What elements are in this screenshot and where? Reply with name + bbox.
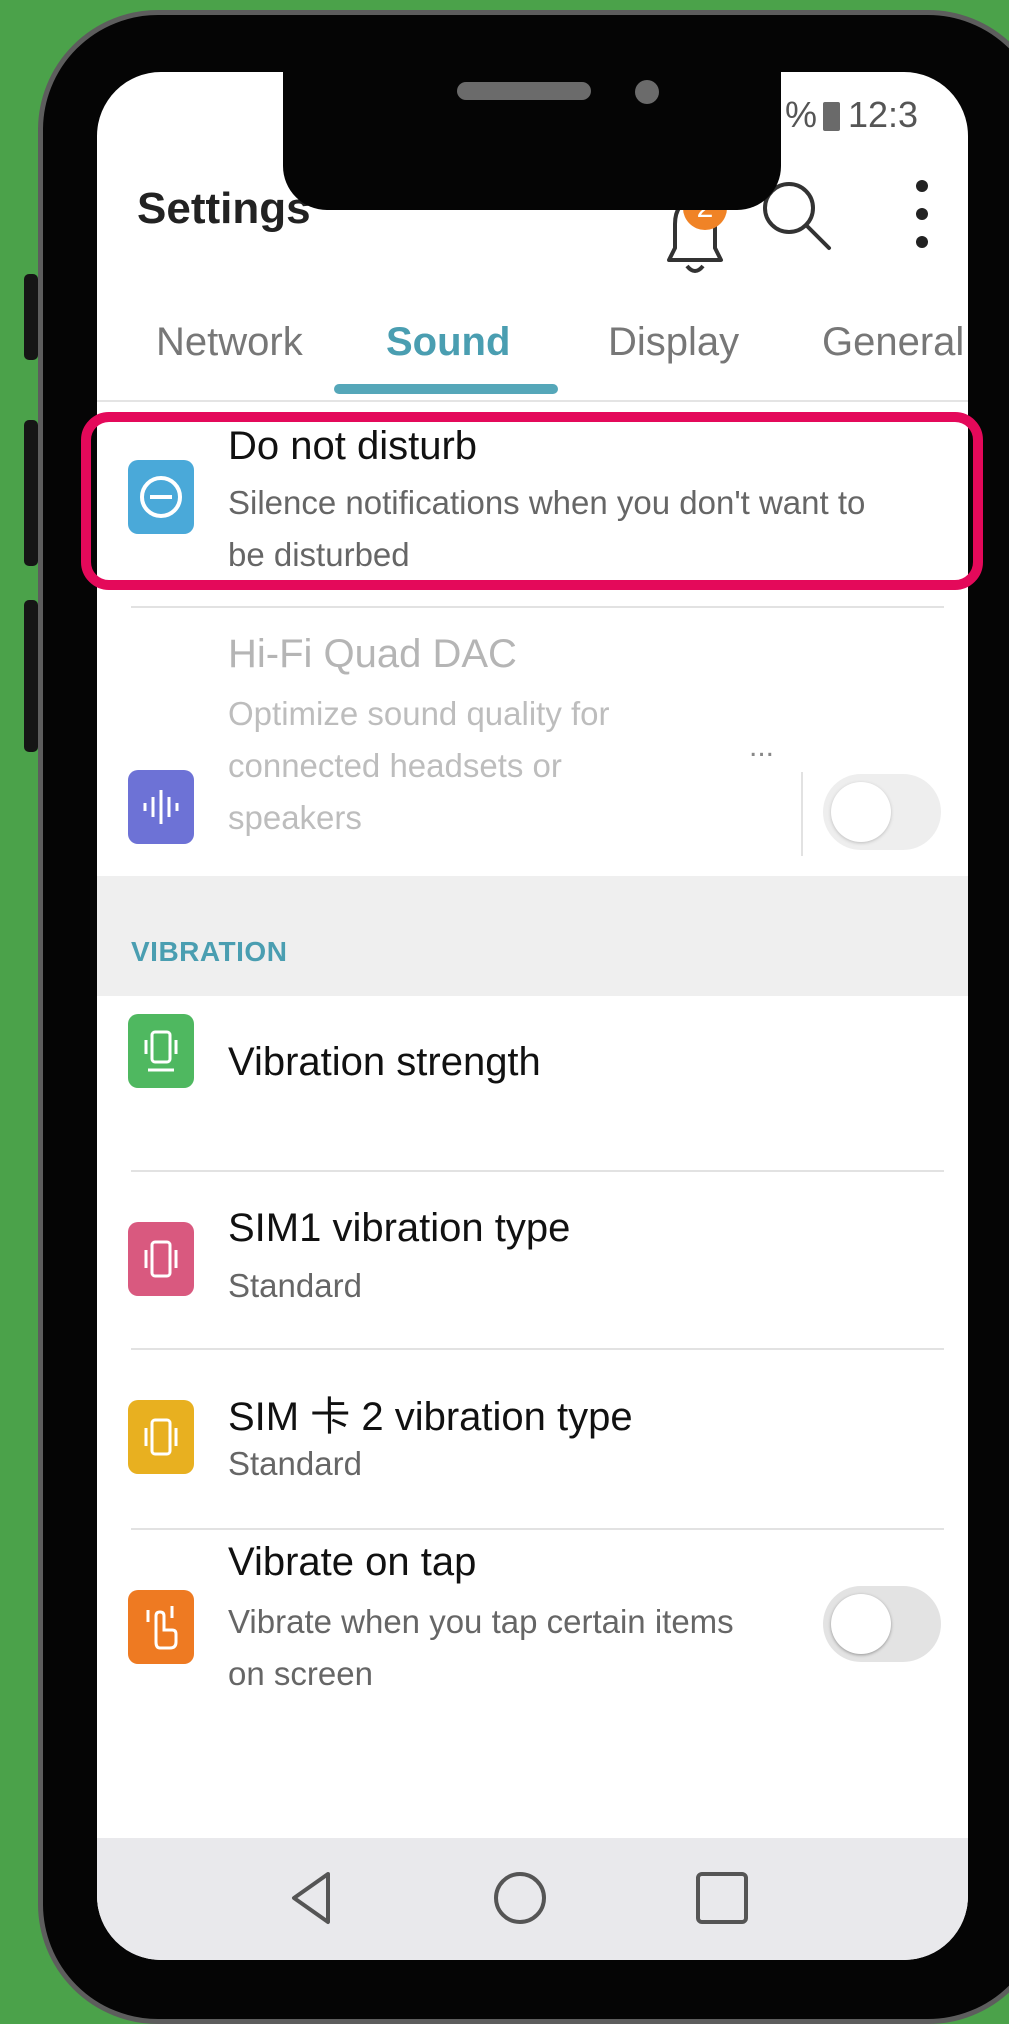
page-title: Settings: [137, 184, 311, 233]
setting-description-line1: Optimize sound quality for: [228, 695, 610, 732]
vibrate-on-tap-tile: [128, 1590, 194, 1664]
setting-sim2-vibration-type[interactable]: SIM 卡 2 vibration type Standard: [97, 1350, 968, 1526]
sound-wave-icon: [143, 790, 179, 824]
setting-title: SIM1 vibration type: [228, 1206, 571, 1250]
more-options-button[interactable]: [897, 170, 947, 260]
vertical-separator: [801, 772, 803, 856]
setting-description-line1: Vibrate when you tap certain items: [228, 1603, 734, 1640]
back-triangle-icon[interactable]: [282, 1868, 342, 1928]
setting-value: Standard: [228, 1445, 362, 1482]
tab-divider: [97, 400, 968, 402]
earpiece: [457, 82, 591, 100]
setting-value: Standard: [228, 1267, 362, 1304]
setting-title: SIM 卡 2 vibration type: [228, 1395, 633, 1439]
setting-sim1-vibration-type[interactable]: SIM1 vibration type Standard: [97, 1172, 968, 1348]
phone-vibrate-icon: [144, 1418, 178, 1456]
setting-description-line2: connected headsets or: [228, 747, 562, 784]
battery-icon: [823, 102, 841, 131]
recents-square-icon[interactable]: [692, 1868, 752, 1928]
tab-sound[interactable]: Sound: [386, 320, 510, 365]
hand-tap-icon: [146, 1606, 178, 1650]
hifi-toggle[interactable]: [823, 774, 941, 850]
vibration-strength-tile: [128, 1014, 194, 1088]
row-divider: [131, 606, 944, 608]
sim1-tile: [128, 1222, 194, 1296]
side-button-volume-up: [24, 420, 38, 566]
section-header-vibration: VIBRATION: [97, 876, 968, 996]
hifi-more-button[interactable]: ...: [749, 730, 774, 764]
setting-title: Vibrate on tap: [228, 1540, 477, 1584]
section-label: VIBRATION: [131, 936, 288, 967]
front-camera: [635, 80, 659, 104]
camera-notch: [283, 72, 781, 210]
status-time: 12:3: [848, 94, 919, 135]
phone-vibration-icon: [144, 1030, 178, 1072]
setting-title: Vibration strength: [228, 1040, 541, 1084]
status-bar: % 12:3: [785, 94, 918, 136]
sim2-tile: [128, 1400, 194, 1474]
side-button-top: [24, 274, 38, 360]
system-navigation-bar: [97, 1838, 968, 1960]
setting-vibration-strength[interactable]: Vibration strength: [97, 996, 968, 1146]
phone-vibrate-icon: [144, 1240, 178, 1278]
active-tab-indicator: [334, 384, 558, 394]
toggle-knob: [831, 1594, 891, 1654]
battery-percent-suffix: %: [785, 94, 818, 135]
setting-vibrate-on-tap[interactable]: Vibrate on tap Vibrate when you tap cert…: [97, 1530, 968, 1770]
tab-bar: Network Sound Display General: [97, 320, 968, 410]
toggle-knob: [831, 782, 891, 842]
hifi-tile: [128, 770, 194, 844]
setting-description-line3: speakers: [228, 799, 362, 836]
tab-display[interactable]: Display: [608, 320, 739, 365]
setting-title: Hi-Fi Quad DAC: [228, 632, 517, 676]
vibrate-on-tap-toggle[interactable]: [823, 1586, 941, 1662]
phone-screen: %12:3 Settings 2 Network Sound Display G…: [97, 72, 968, 1960]
side-button-volume-down: [24, 600, 38, 752]
tab-network[interactable]: Network: [156, 320, 303, 365]
highlight-box: [81, 412, 983, 590]
home-circle-icon[interactable]: [490, 1868, 550, 1928]
tab-general[interactable]: General: [822, 320, 964, 365]
setting-description-line2: on screen: [228, 1655, 373, 1692]
setting-hifi-quad-dac: Hi-Fi Quad DAC Optimize sound quality fo…: [97, 632, 968, 872]
more-vertical-icon: [916, 180, 928, 248]
